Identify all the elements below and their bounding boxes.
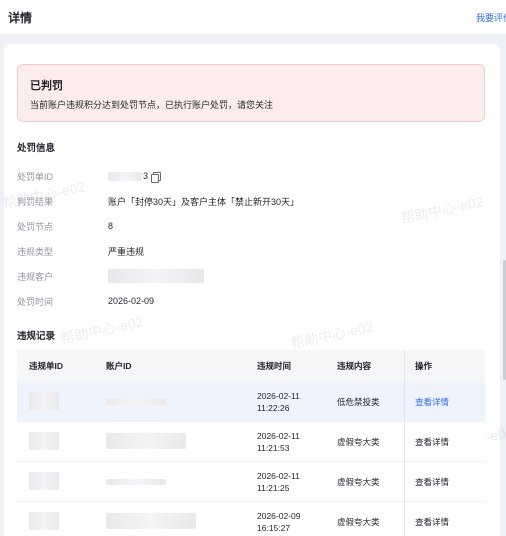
column-header: 操作 xyxy=(404,350,485,382)
column-header: 违规内容 xyxy=(337,361,372,371)
redacted-value xyxy=(29,511,59,530)
violation-content: 虚假夸大类 xyxy=(337,476,380,487)
violation-content: 虚假夸大类 xyxy=(337,436,380,447)
field-value: 8 xyxy=(108,221,114,231)
redacted-value xyxy=(106,512,196,529)
table-header: 违规单ID 账户ID 违规时间 违规内容 操作 xyxy=(17,350,485,382)
field-violation-type: 违规类型 严重违规 xyxy=(17,244,144,258)
violation-time: 11:22:26 xyxy=(257,402,290,413)
field-label: 处罚时间 xyxy=(17,296,54,307)
redacted-value xyxy=(106,478,166,485)
violation-time: 11:21:53 xyxy=(257,442,290,453)
violation-date: 2026-02-11 xyxy=(257,470,300,481)
alert-description: 当前账户违规积分达到处罚节点，已执行账户处罚，请您关注 xyxy=(30,100,274,110)
field-value: 严重违规 xyxy=(108,246,145,257)
table-row: 2026-02-11 11:21:53 虚假夸大类 查看详情 xyxy=(17,422,485,462)
field-label: 处罚节点 xyxy=(17,221,54,232)
violation-date: 2026-02-11 xyxy=(257,430,300,441)
penalty-section-title: 处罚信息 xyxy=(17,143,56,154)
view-detail-link[interactable]: 查看详情 xyxy=(415,476,449,488)
field-label: 违规客户 xyxy=(17,271,54,282)
redacted-value xyxy=(108,269,204,283)
violation-records-table: 违规单ID 账户ID 违规时间 违规内容 操作 2026-02-11 11:22:… xyxy=(17,350,485,536)
column-header: 违规单ID xyxy=(29,361,64,371)
feedback-link[interactable]: 我要评价 xyxy=(476,11,506,24)
alert-title: 已判罚 xyxy=(30,80,63,92)
table-row: 2026-02-09 16:15:27 虚假夸大类 查看详情 xyxy=(17,502,485,536)
redacted-value xyxy=(29,471,59,490)
column-header: 账户ID xyxy=(106,361,132,371)
redacted-value xyxy=(106,398,166,405)
redacted-value xyxy=(29,431,59,450)
detail-header: 详情 我要评价 xyxy=(0,0,506,34)
column-header: 违规时间 xyxy=(257,361,292,371)
field-penalty-time: 处罚时间 2026-02-09 xyxy=(17,294,154,308)
violation-content: 虚假夸大类 xyxy=(337,516,380,527)
field-label: 违规类型 xyxy=(17,246,54,257)
redacted-value xyxy=(29,391,59,410)
field-value: 2026-02-09 xyxy=(108,296,155,306)
view-detail-link[interactable]: 查看详情 xyxy=(415,516,449,528)
field-penalty-result: 判罚结果 账户「封停30天」及客户主体「禁止新开30天」 xyxy=(17,194,299,208)
violation-content: 低危禁投类 xyxy=(337,396,380,407)
copy-icon[interactable] xyxy=(151,171,162,183)
violation-date: 2026-02-09 xyxy=(257,510,301,521)
redacted-value xyxy=(108,171,142,181)
table-row: 2026-02-11 11:22:26 低危禁投类 查看详情 xyxy=(17,382,485,422)
field-penalty-id: 处罚单ID 3 xyxy=(17,169,162,183)
field-label: 判罚结果 xyxy=(17,196,54,207)
page-title: 详情 xyxy=(8,10,33,25)
records-section-title: 违规记录 xyxy=(17,331,56,342)
redacted-value xyxy=(106,432,186,449)
penalty-alert: 已判罚 当前账户违规积分达到处罚节点，已执行账户处罚，请您关注 xyxy=(17,64,485,122)
field-value: 3 xyxy=(143,171,149,181)
view-detail-link[interactable]: 查看详情 xyxy=(415,436,449,448)
violation-date: 2026-02-11 xyxy=(257,390,300,401)
table-row: 2026-02-11 11:21:25 虚假夸大类 查看详情 xyxy=(17,462,485,502)
violation-time: 16:15:27 xyxy=(257,522,291,533)
field-label: 处罚单ID xyxy=(17,171,54,182)
violation-time: 11:21:25 xyxy=(257,482,290,493)
field-value: 账户「封停30天」及客户主体「禁止新开30天」 xyxy=(108,196,300,207)
field-violation-customer: 违规客户 xyxy=(17,269,204,283)
view-detail-link[interactable]: 查看详情 xyxy=(415,396,449,408)
field-penalty-node: 处罚节点 8 xyxy=(17,219,113,233)
